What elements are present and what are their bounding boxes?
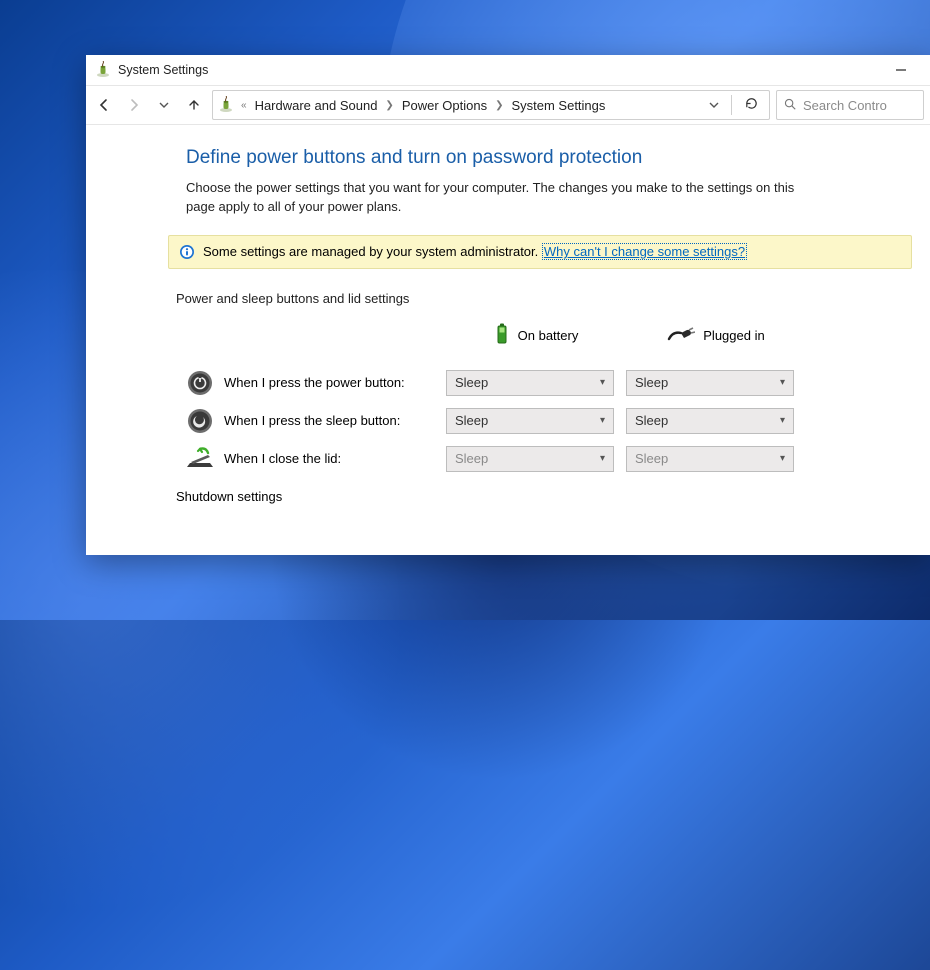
refresh-button[interactable] — [744, 96, 759, 114]
forward-button[interactable] — [122, 93, 146, 117]
breadcrumb-power-options[interactable]: Power Options — [398, 96, 491, 115]
content-area: Define power buttons and turn on passwor… — [86, 125, 930, 555]
page-title: Define power buttons and turn on passwor… — [186, 147, 882, 169]
window-title: System Settings — [118, 63, 208, 77]
search-input[interactable] — [803, 98, 917, 113]
column-on-battery: On battery — [446, 316, 626, 359]
row-close-lid: When I close the lid: — [186, 445, 446, 473]
recent-locations-button[interactable] — [152, 93, 176, 117]
sleep-button-icon — [186, 407, 214, 435]
chevron-down-icon: ▾ — [780, 415, 785, 426]
address-bar[interactable]: « Hardware and Sound ❯ Power Options ❯ S… — [212, 90, 770, 120]
chevron-down-icon: ▾ — [600, 415, 605, 426]
chevron-down-icon: ▾ — [780, 377, 785, 388]
nav-toolbar: « Hardware and Sound ❯ Power Options ❯ S… — [86, 85, 930, 125]
address-dropdown-button[interactable] — [709, 98, 719, 113]
search-icon — [783, 97, 797, 114]
row-sleep-button: When I press the sleep button: — [186, 407, 446, 435]
power-plan-address-icon — [217, 96, 235, 114]
info-icon — [179, 244, 195, 260]
up-button[interactable] — [182, 93, 206, 117]
power-button-plugged-in-combo[interactable]: Sleep▾ — [626, 370, 794, 396]
sleep-button-plugged-in-combo[interactable]: Sleep▾ — [626, 408, 794, 434]
chevron-down-icon: ▾ — [600, 377, 605, 388]
battery-icon — [494, 322, 510, 349]
close-lid-on-battery-combo: Sleep▾ — [446, 446, 614, 472]
chevron-right-icon[interactable]: ❯ — [383, 100, 395, 111]
section-shutdown-label: Shutdown settings — [176, 489, 882, 504]
chevron-down-icon: ▾ — [600, 453, 605, 464]
row-power-button: When I press the power button: — [186, 369, 446, 397]
chevron-right-icon[interactable]: ❯ — [493, 100, 505, 111]
close-lid-plugged-in-combo: Sleep▾ — [626, 446, 794, 472]
titlebar: System Settings — [86, 55, 930, 85]
power-button-icon — [186, 369, 214, 397]
breadcrumb-system-settings[interactable]: System Settings — [507, 96, 609, 115]
system-settings-window: System Settings — [86, 55, 930, 555]
power-button-on-battery-combo[interactable]: Sleep▾ — [446, 370, 614, 396]
power-plan-app-icon — [94, 61, 112, 79]
section-buttons-lid-label: Power and sleep buttons and lid settings — [176, 291, 882, 306]
why-cant-i-change-link[interactable]: Why can't I change some settings? — [542, 243, 747, 260]
breadcrumb-overflow[interactable]: « — [239, 100, 249, 111]
back-button[interactable] — [92, 93, 116, 117]
search-box[interactable] — [776, 90, 924, 120]
column-plugged-in: Plugged in — [626, 319, 806, 356]
page-description: Choose the power settings that you want … — [186, 179, 826, 217]
minimize-button[interactable] — [880, 57, 922, 83]
admin-managed-banner: Some settings are managed by your system… — [168, 235, 912, 269]
sleep-button-on-battery-combo[interactable]: Sleep▾ — [446, 408, 614, 434]
breadcrumb-hardware-and-sound[interactable]: Hardware and Sound — [251, 96, 382, 115]
power-settings-grid: On battery Plugged in When I press the p… — [186, 316, 882, 473]
plug-icon — [667, 325, 695, 346]
chevron-down-icon: ▾ — [780, 453, 785, 464]
laptop-lid-icon — [186, 445, 214, 473]
admin-banner-text: Some settings are managed by your system… — [203, 244, 747, 259]
